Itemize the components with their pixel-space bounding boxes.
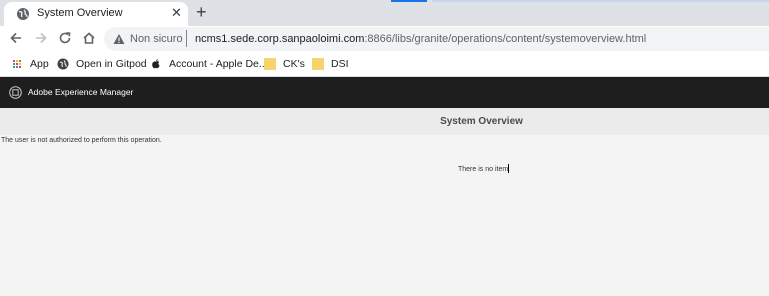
apps-grid-icon [13,60,21,68]
tab-title: System Overview [37,7,123,19]
address-bar[interactable]: Non sicuro ncms1.sede.corp.sanpaoloimi.c… [104,27,769,51]
globe-icon [17,8,29,20]
text-cursor [508,164,510,173]
empty-state-container: There is no item [458,164,510,173]
browser-toolbar: Non sicuro ncms1.sede.corp.sanpaoloimi.c… [0,26,769,52]
forward-arrow-icon[interactable] [33,30,49,46]
folder-icon [264,58,276,70]
main-content: The user is not authorized to perform th… [0,135,769,296]
url-path: :8866/libs/granite/operations/content/sy… [364,33,647,45]
product-name[interactable]: Adobe Experience Manager [28,87,133,97]
folder-icon [312,58,324,70]
url-divider [186,30,187,47]
app-header: Adobe Experience Manager [0,77,769,108]
bookmark-apple-account[interactable]: Account - Apple De... [150,57,268,71]
bookmark-app[interactable]: App [11,57,49,71]
adobe-experience-manager-logo-icon[interactable] [9,86,22,99]
bookmark-label: Open in Gitpod [76,58,147,70]
bookmark-folder-dsi[interactable]: DSI [312,57,349,71]
security-label[interactable]: Non sicuro [130,33,183,45]
bookmark-gitpod[interactable]: Open in Gitpod [57,57,147,71]
bookmark-label: DSI [331,58,349,70]
close-icon[interactable]: ✕ [171,5,182,21]
page-title: System Overview [440,116,523,127]
bookmarks-bar: App Open in Gitpod Account - Apple De...… [0,52,769,77]
new-tab-icon[interactable]: + [196,2,207,22]
empty-state-message: There is no item [458,166,509,173]
bookmark-label: CK's [283,58,305,70]
bookmark-label: App [30,58,49,70]
warning-icon[interactable] [113,33,125,45]
tab-strip: System Overview ✕ + [0,0,769,26]
back-arrow-icon[interactable] [8,30,24,46]
gitpod-icon [57,58,69,70]
home-icon[interactable] [81,30,97,46]
page-header: System Overview [0,108,769,135]
url-host: ncms1.sede.corp.sanpaoloimi.com [195,33,365,45]
tab-strip-accent [391,0,427,2]
bookmark-label: Account - Apple De... [169,58,268,70]
reload-icon[interactable] [57,30,73,46]
url-text[interactable]: ncms1.sede.corp.sanpaoloimi.com:8866/lib… [195,33,646,45]
tab-system-overview[interactable]: System Overview ✕ [4,2,188,26]
apple-icon [152,59,160,69]
bookmark-folder-cks[interactable]: CK's [264,57,305,71]
tab-strip-highlight [432,0,769,2]
authorization-error-message: The user is not authorized to perform th… [1,137,162,144]
